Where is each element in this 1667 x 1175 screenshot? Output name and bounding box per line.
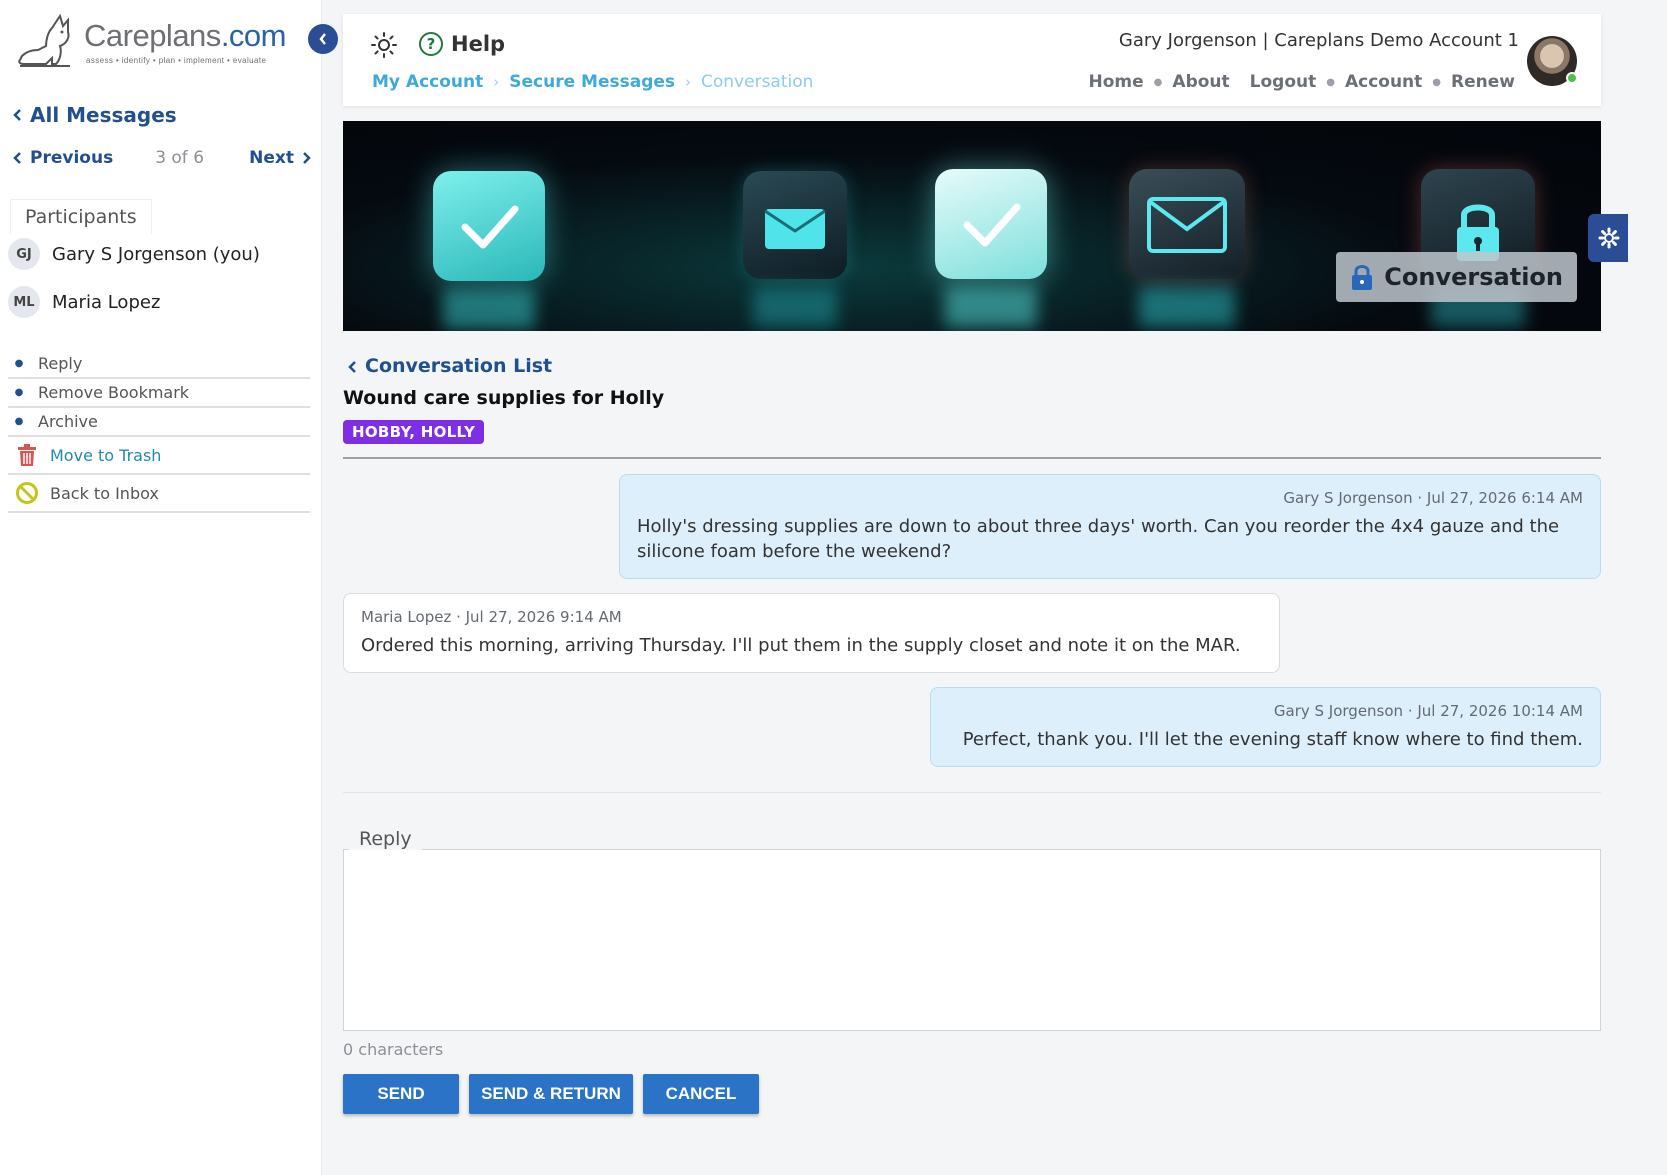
message-bubble: Maria Lopez · Jul 27, 2026 9:14 AM Order… — [343, 593, 1280, 674]
nav-separator: ● — [1432, 76, 1442, 88]
checkmark-tile-icon — [433, 171, 545, 281]
brand-name: Careplans.com — [84, 18, 287, 53]
next-button[interactable]: Next — [249, 148, 312, 168]
move-to-trash-label: Move to Trash — [50, 445, 162, 465]
character-count: 0 characters — [343, 1040, 444, 1059]
participant-avatar: ML — [8, 286, 40, 318]
cancel-button[interactable]: CANCEL — [643, 1074, 759, 1114]
reply-textarea[interactable] — [343, 849, 1601, 1031]
participant-avatar: GJ — [8, 238, 40, 270]
ban-icon — [14, 480, 40, 506]
pager-count: 3 of 6 — [155, 148, 205, 168]
top-nav: Home ● About Logout ● Account ● Renew — [1089, 72, 1515, 92]
move-to-trash-action[interactable]: Move to Trash — [8, 437, 310, 475]
lock-icon — [1352, 265, 1373, 290]
conversation-list-link[interactable]: Conversation List — [347, 355, 552, 377]
top-header: ? Help My Account › Secure Messages › Co… — [343, 14, 1601, 106]
reply-legend: Reply — [349, 826, 422, 850]
message-meta: Maria Lopez · Jul 27, 2026 9:14 AM — [361, 608, 622, 626]
nav-separator: ● — [1153, 76, 1163, 88]
message-bubble: Gary S Jorgenson · Jul 27, 2026 10:14 AM… — [930, 687, 1601, 768]
participant-name: Maria Lopez — [52, 291, 161, 313]
chevron-left-icon — [13, 109, 21, 121]
checkmark-tile-icon — [935, 169, 1047, 279]
previous-label: Previous — [30, 148, 114, 168]
participant-item: ML Maria Lopez — [8, 286, 160, 318]
breadcrumb: My Account › Secure Messages › Conversat… — [372, 72, 813, 92]
archive-action[interactable]: ● Archive — [8, 408, 310, 437]
message-body: Holly's dressing supplies are down to ab… — [637, 516, 1560, 563]
nav-separator: ● — [1326, 76, 1335, 88]
breadcrumb-conversation: Conversation — [701, 72, 814, 92]
archive-label: Archive — [38, 412, 98, 431]
brand-tagline: assess • identify • plan • implement • e… — [86, 56, 267, 65]
trash-icon — [14, 442, 40, 468]
message-pager: Previous 3 of 6 Next — [12, 148, 312, 168]
chevron-right-icon: › — [493, 73, 500, 91]
chevron-left-icon — [348, 361, 356, 373]
help-label: Help — [451, 32, 506, 56]
gear-icon — [1598, 227, 1620, 249]
divider — [343, 457, 1601, 459]
next-label: Next — [249, 148, 294, 168]
patient-tag[interactable]: HOBBY, HOLLY — [343, 420, 485, 444]
sun-icon[interactable] — [371, 32, 397, 58]
send-and-return-button[interactable]: SEND & RETURN — [469, 1074, 633, 1114]
nav-account[interactable]: Account — [1345, 72, 1422, 92]
envelope-tile-icon — [1129, 169, 1245, 279]
conversation-subject: Wound care supplies for Holly — [343, 387, 665, 409]
conversation-banner: Conversation — [343, 121, 1601, 331]
remove-bookmark-label: Remove Bookmark — [38, 383, 190, 402]
all-messages-link[interactable]: All Messages — [12, 103, 177, 127]
online-status-icon — [1566, 72, 1578, 84]
all-messages-label: All Messages — [30, 103, 177, 127]
send-button[interactable]: SEND — [343, 1074, 459, 1114]
user-avatar[interactable] — [1527, 36, 1578, 86]
divider — [343, 792, 1601, 793]
cat-logo-icon — [18, 13, 70, 67]
nav-renew[interactable]: Renew — [1451, 72, 1515, 92]
participants-heading: Participants — [10, 199, 152, 234]
message-body: Ordered this morning, arriving Thursday.… — [361, 635, 1241, 656]
remove-bookmark-action[interactable]: ● Remove Bookmark — [8, 379, 310, 408]
nav-about[interactable]: About — [1172, 72, 1229, 92]
bullet-icon: ● — [14, 416, 24, 427]
breadcrumb-my-account[interactable]: My Account — [372, 72, 483, 92]
nav-logout[interactable]: Logout — [1250, 72, 1317, 92]
previous-button[interactable]: Previous — [12, 148, 113, 168]
user-account-line: Gary Jorgenson | Careplans Demo Account … — [1118, 30, 1519, 51]
back-to-inbox-label: Back to Inbox — [50, 483, 159, 503]
message-bubble: Gary S Jorgenson · Jul 27, 2026 6:14 AM … — [619, 474, 1601, 580]
banner-title-text: Conversation — [1384, 263, 1563, 291]
envelope-tile-icon — [743, 171, 847, 279]
message-meta: Gary S Jorgenson · Jul 27, 2026 6:14 AM — [1283, 489, 1583, 507]
banner-title: Conversation — [1336, 252, 1577, 302]
chevron-left-icon — [319, 33, 326, 45]
sidebar: Careplans.com assess • identify • plan •… — [0, 0, 322, 1175]
message-actions: ● Reply ● Remove Bookmark ● Archive Move… — [8, 350, 310, 513]
brand-logo[interactable]: Careplans.com assess • identify • plan •… — [16, 12, 306, 72]
message-body: Perfect, thank you. I'll let the evening… — [962, 729, 1583, 750]
bullet-icon: ● — [14, 387, 24, 398]
chevron-left-icon — [13, 152, 21, 164]
message-meta: Gary S Jorgenson · Jul 27, 2026 10:14 AM — [1273, 702, 1583, 720]
question-icon: ? — [419, 32, 443, 56]
conversation-list-label: Conversation List — [365, 355, 553, 377]
back-to-inbox-action[interactable]: Back to Inbox — [8, 475, 310, 513]
participant-name: Gary S Jorgenson (you) — [52, 243, 260, 265]
chevron-right-icon — [303, 152, 311, 164]
reply-action-label: Reply — [38, 354, 83, 373]
chevron-right-icon: › — [685, 73, 692, 91]
help-button[interactable]: ? Help — [419, 32, 505, 56]
nav-home[interactable]: Home — [1089, 72, 1144, 92]
settings-tab-button[interactable] — [1588, 214, 1628, 262]
collapse-sidebar-button[interactable] — [308, 24, 338, 54]
reply-action[interactable]: ● Reply — [8, 350, 310, 379]
bullet-icon: ● — [14, 358, 24, 369]
participant-item: GJ Gary S Jorgenson (you) — [8, 238, 260, 270]
breadcrumb-secure-messages[interactable]: Secure Messages — [509, 72, 675, 92]
